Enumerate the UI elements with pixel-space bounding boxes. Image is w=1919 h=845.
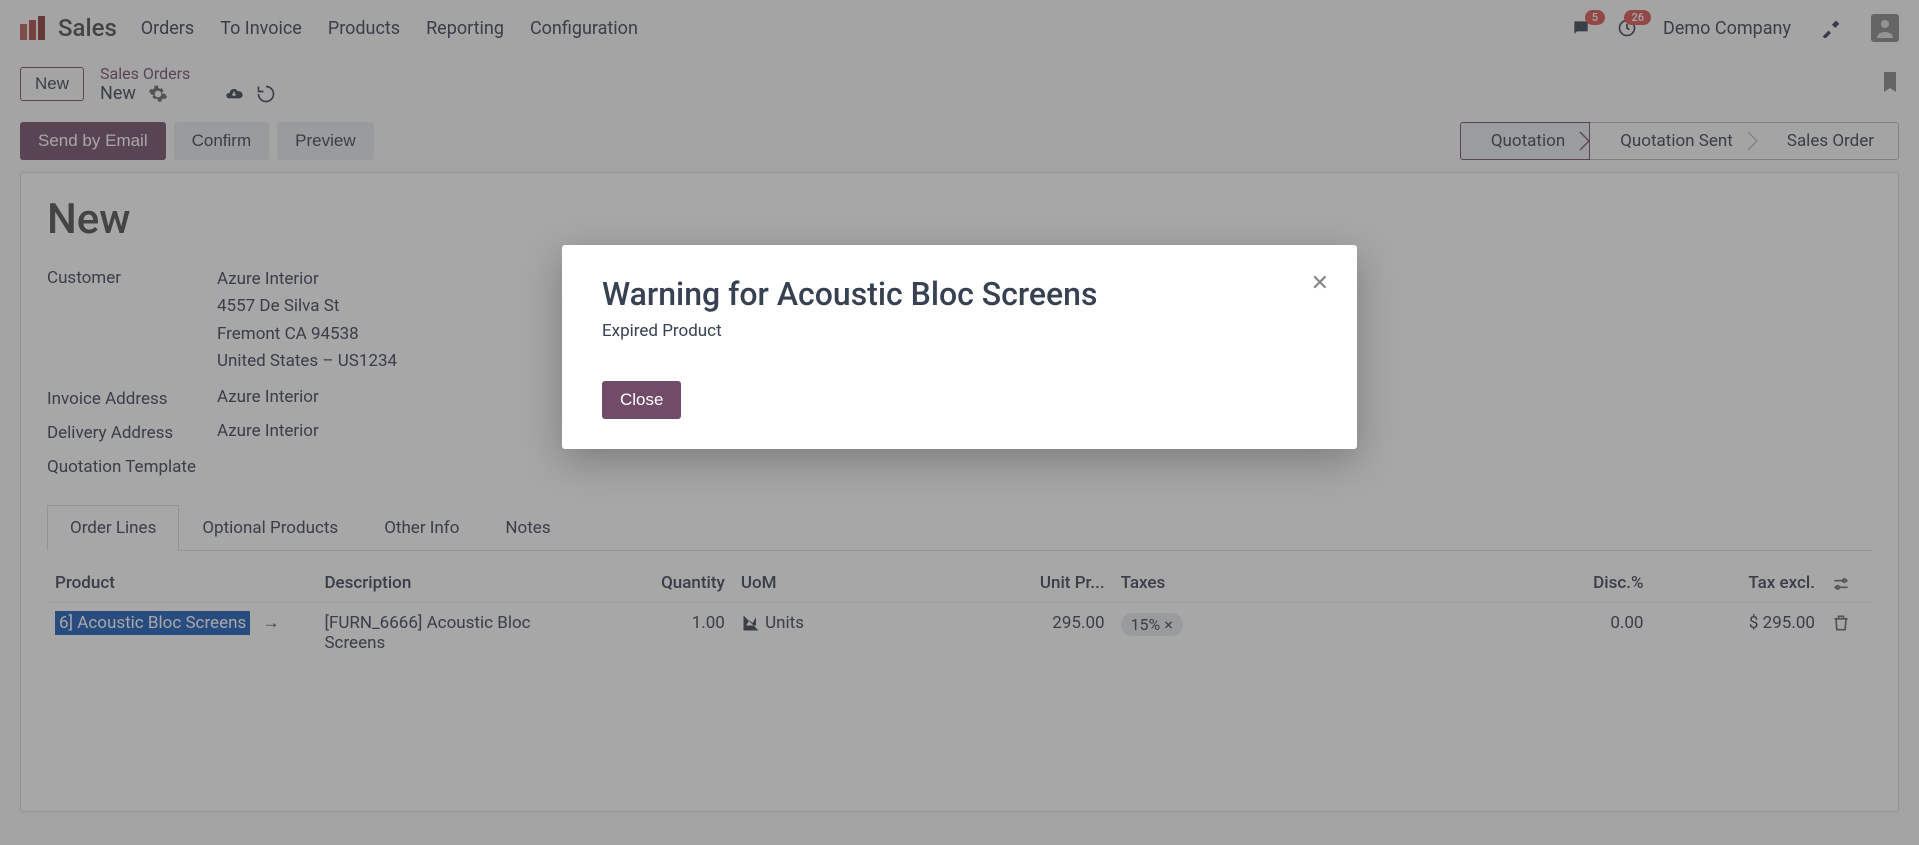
close-button[interactable]: Close [602,381,681,419]
modal-overlay[interactable]: Warning for Acoustic Bloc Screens Expire… [0,0,1919,845]
warning-dialog: Warning for Acoustic Bloc Screens Expire… [562,245,1357,449]
dialog-title: Warning for Acoustic Bloc Screens [602,275,1317,313]
dialog-message: Expired Product [602,321,1317,341]
close-icon[interactable]: ✕ [1311,271,1329,296]
